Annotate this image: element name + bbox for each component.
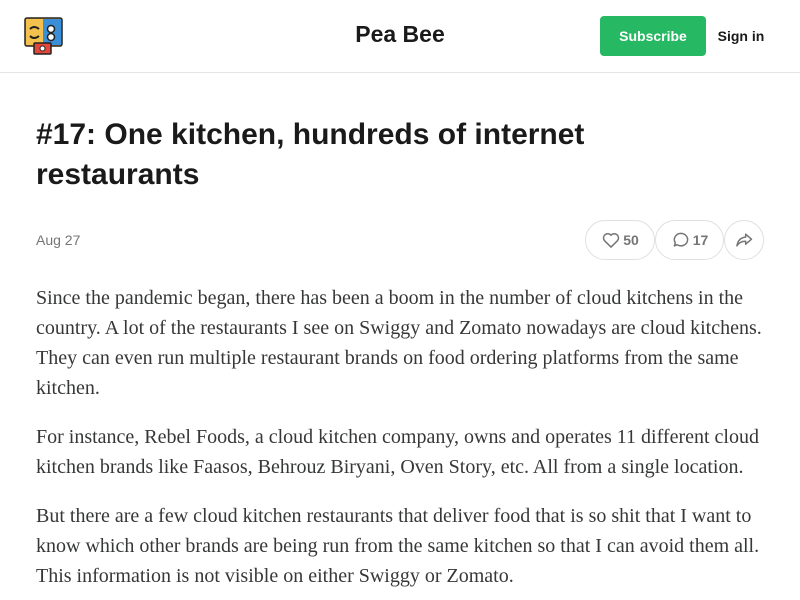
post-title: #17: One kitchen, hundreds of internet r… bbox=[36, 118, 585, 191]
top-navigation-bar: Pea Bee Subscribe Sign in bbox=[0, 0, 800, 73]
speech-bubble-icon bbox=[671, 230, 691, 250]
like-count: 50 bbox=[623, 232, 639, 248]
publication-title-link[interactable]: Pea Bee bbox=[355, 21, 445, 47]
post-paragraph: For instance, Rebel Foods, a cloud kitch… bbox=[36, 426, 759, 478]
post-paragraph: Since the pandemic began, there has been… bbox=[36, 287, 762, 399]
heart-icon bbox=[601, 230, 621, 250]
sign-in-button[interactable]: Sign in bbox=[712, 16, 770, 56]
like-button[interactable]: 50 bbox=[585, 220, 655, 260]
comment-button[interactable]: 17 bbox=[655, 220, 724, 260]
post-paragraph: But there are a few cloud kitchen restau… bbox=[36, 505, 760, 587]
publication-logo-icon[interactable] bbox=[24, 17, 63, 55]
share-arrow-icon bbox=[734, 230, 754, 250]
subscribe-button[interactable]: Subscribe bbox=[600, 16, 706, 56]
post-date: Aug 27 bbox=[36, 232, 81, 248]
comment-count: 17 bbox=[692, 232, 709, 248]
post-body: Since the pandemic began, there has been… bbox=[36, 283, 764, 600]
share-button[interactable] bbox=[724, 220, 764, 260]
